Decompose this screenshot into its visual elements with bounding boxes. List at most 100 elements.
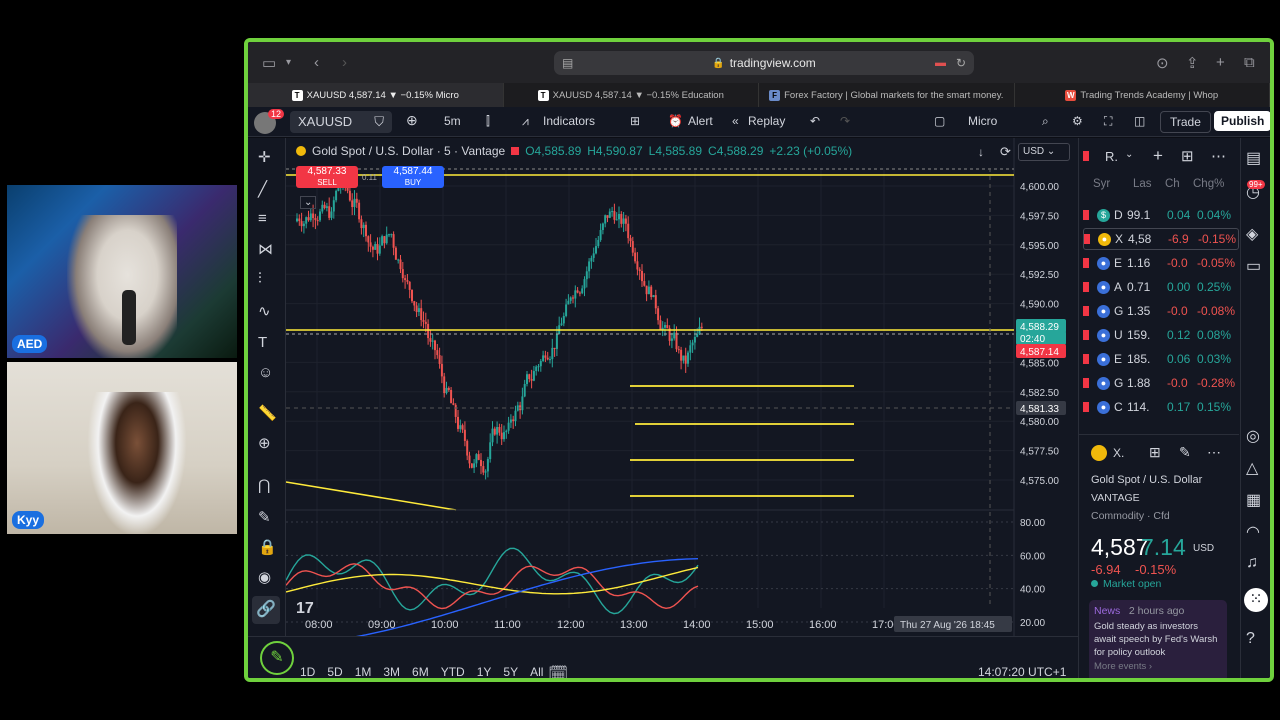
search-icon[interactable]: ⌕	[1042, 114, 1049, 129]
watchlist-row[interactable]: ● E 185. 0.06 0.03%	[1083, 348, 1239, 370]
news-card[interactable]: News 2 hours ago Gold steady as investor…	[1089, 600, 1227, 678]
range-1m[interactable]: 1M	[355, 665, 372, 678]
privacy-icon[interactable]: ▬	[935, 57, 946, 69]
bell-icon[interactable]: ♫	[1246, 554, 1258, 572]
trade-button[interactable]: Trade	[1160, 111, 1211, 133]
range-5d[interactable]: 5D	[327, 665, 342, 678]
broadcast-icon[interactable]: ◠	[1246, 522, 1260, 542]
indicators-button[interactable]: Indicators	[543, 114, 595, 128]
flag-icon[interactable]	[1083, 354, 1089, 364]
col-change-pct[interactable]: Chg%	[1193, 178, 1224, 190]
back-icon[interactable]: ‹	[314, 54, 319, 71]
reset-icon[interactable]: ⟳	[1000, 144, 1011, 160]
trend-line-icon[interactable]: ╱	[258, 180, 267, 198]
collapse-legend-icon[interactable]: ⌄	[300, 196, 317, 209]
compare-icon[interactable]: ⛉	[374, 114, 384, 130]
range-3m[interactable]: 3M	[383, 665, 400, 678]
currency-select[interactable]: USD ⌄	[1018, 143, 1070, 161]
undo-icon[interactable]: ↶	[810, 114, 820, 128]
publish-button[interactable]: Publish	[1214, 111, 1270, 131]
ruler-icon[interactable]: 📏	[258, 404, 277, 422]
browser-tab[interactable]: W Trading Trends Academy | Whop	[1015, 83, 1270, 107]
layout-name[interactable]: Micro	[968, 114, 997, 128]
chat-icon[interactable]: ▭	[1246, 256, 1261, 276]
layers-icon[interactable]: ◈	[1246, 224, 1258, 244]
link-icon[interactable]: 🔗	[252, 596, 280, 624]
replay-icon[interactable]: «	[732, 114, 739, 128]
new-tab-icon[interactable]: +	[1216, 54, 1225, 71]
date-range-icon[interactable]: 🗓	[548, 664, 568, 678]
browser-tab[interactable]: T XAUUSD 4,587.14 ▼ −0.15% Education	[504, 83, 759, 107]
flag-icon[interactable]	[1084, 234, 1090, 244]
flag-icon[interactable]	[1083, 258, 1089, 268]
alert-button[interactable]: Alert	[688, 114, 713, 128]
range-all[interactable]: All	[530, 665, 543, 678]
forecast-icon[interactable]: ∿	[258, 302, 271, 320]
fib-icon[interactable]: ⫶	[258, 270, 262, 287]
indicators-icon[interactable]: ⩘	[522, 114, 529, 129]
flag-icon[interactable]	[1083, 402, 1089, 412]
add-icon[interactable]: +	[1153, 146, 1163, 166]
apps-icon[interactable]: ⁙	[1244, 588, 1268, 612]
calendar-icon[interactable]: ▦	[1246, 490, 1261, 510]
watchlist-title[interactable]: R.	[1105, 149, 1118, 164]
emoji-icon[interactable]: ☺	[258, 364, 273, 381]
zoom-icon[interactable]: ⊕	[258, 434, 271, 452]
layout-icon[interactable]: ▢	[934, 114, 945, 128]
watchlist-row[interactable]: ● E 1.16 -0.0 -0.05%	[1083, 252, 1239, 274]
magnet-icon[interactable]: ⋂	[258, 476, 270, 494]
range-1d[interactable]: 1D	[300, 665, 315, 678]
col-symbol[interactable]: Syr	[1093, 178, 1110, 190]
chevron-down-icon[interactable]: ⌄	[1125, 149, 1133, 160]
price-chart[interactable]: 4,600.00 4,597.50 4,595.00 4,592.50 4,590.00…	[285, 138, 1078, 646]
flag-icon[interactable]	[1083, 151, 1089, 161]
pattern-icon[interactable]: ⋈	[258, 240, 273, 258]
watchlist-row[interactable]: ● C 114. 0.17 0.15%	[1083, 396, 1239, 418]
target-icon[interactable]: ◎	[1246, 426, 1260, 446]
watchlist-row[interactable]: ● X 4,58 -6.9 -0.15%	[1083, 228, 1239, 250]
sell-button[interactable]: 4,587.33 SELL	[296, 166, 358, 188]
details-name[interactable]: Gold Spot / U.S. Dollar	[1091, 474, 1202, 486]
forward-icon[interactable]: ›	[342, 54, 347, 71]
browser-tab[interactable]: F Forex Factory | Global markets for the …	[759, 83, 1015, 107]
layout-icon[interactable]: ⊞	[1149, 444, 1161, 461]
add-symbol-icon[interactable]: ⊕	[406, 112, 418, 129]
redo-icon[interactable]: ↷	[840, 114, 850, 128]
watchlist-row[interactable]: ● G 1.35 -0.0 -0.08%	[1083, 300, 1239, 322]
more-icon[interactable]: ⋯	[1211, 147, 1226, 165]
ideas-icon[interactable]: △	[1246, 458, 1258, 478]
clock[interactable]: 14:07:20 UTC+1	[978, 665, 1066, 678]
download-icon[interactable]: ⊙	[1156, 54, 1169, 72]
more-events-link[interactable]: More events ›	[1094, 661, 1222, 672]
flag-icon[interactable]	[1083, 378, 1089, 388]
browser-tab[interactable]: T XAUUSD 4,587.14 ▼ −0.15% Micro	[248, 83, 504, 107]
watchlist-row[interactable]: ● U 159. 0.12 0.08%	[1083, 324, 1239, 346]
col-last[interactable]: Las	[1133, 178, 1152, 190]
flag-icon[interactable]	[1083, 282, 1089, 292]
watchlist-row[interactable]: ● G 1.88 -0.0 -0.28%	[1083, 372, 1239, 394]
layout-icon[interactable]: ⊞	[1181, 147, 1194, 165]
watchlist-row[interactable]: ● A 0.71 0.00 0.25%	[1083, 276, 1239, 298]
watchlist-row[interactable]: $ D 99.1 0.04 0.04%	[1083, 204, 1239, 226]
chevron-down-icon[interactable]: ▾	[286, 57, 291, 68]
flag-icon[interactable]	[1083, 330, 1089, 340]
alert-icon[interactable]: ⏰	[668, 114, 683, 128]
edit-icon[interactable]: ✎	[1179, 444, 1191, 461]
more-icon[interactable]: ⋯	[1207, 444, 1221, 461]
flag-icon[interactable]	[1083, 210, 1089, 220]
templates-icon[interactable]: ⊞	[630, 114, 640, 128]
symbol-search[interactable]: XAUUSD ⛉	[290, 111, 392, 133]
watchlist-icon[interactable]: ▤	[1246, 148, 1261, 168]
pencil-lock-icon[interactable]: ✎	[258, 508, 271, 526]
tab-overview-icon[interactable]: ⧉	[1244, 54, 1255, 71]
crosshair-icon[interactable]: ✛	[258, 148, 271, 166]
range-1y[interactable]: 1Y	[477, 665, 492, 678]
range-5y[interactable]: 5Y	[503, 665, 518, 678]
address-bar[interactable]: ▤ 🔒 tradingview.com ▬ ↻	[554, 51, 974, 75]
reload-icon[interactable]: ↻	[956, 56, 966, 70]
camera-icon[interactable]: ◫	[1134, 114, 1145, 128]
page-menu-icon[interactable]: ▤	[562, 56, 573, 70]
col-change[interactable]: Ch	[1165, 178, 1180, 190]
share-icon[interactable]: ⇪	[1186, 54, 1199, 72]
flag-icon[interactable]	[1083, 306, 1089, 316]
